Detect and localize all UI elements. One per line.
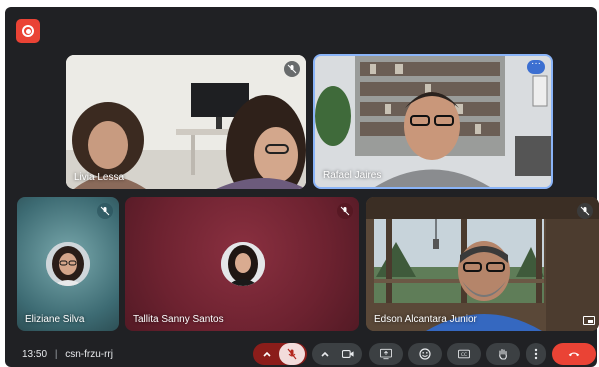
emoji-icon <box>419 348 431 360</box>
mic-off-icon <box>284 61 300 77</box>
captions-icon: CC <box>458 349 470 359</box>
captions-button[interactable]: CC <box>447 343 481 365</box>
participant-name: Rafael Jaires <box>323 170 382 181</box>
meeting-time: 13:50 <box>22 349 48 360</box>
raise-hand-button[interactable] <box>486 343 520 365</box>
avatar <box>46 242 90 286</box>
participant-tile-rafael[interactable]: Rafael Jaires ··· <box>313 54 553 189</box>
mic-options-chevron-icon[interactable] <box>255 348 279 360</box>
more-dots-icon[interactable]: ··· <box>527 59 545 74</box>
hang-up-icon <box>568 352 580 357</box>
mic-off-icon <box>577 203 593 219</box>
participant-name: Eliziane Silva <box>25 314 85 325</box>
more-options-button[interactable] <box>526 343 546 365</box>
participant-name: Livia Lessa <box>74 172 125 183</box>
leave-call-button[interactable] <box>552 343 596 365</box>
mic-off-icon <box>97 203 113 219</box>
participant-tile-edson[interactable]: Edson Alcantara Junior <box>366 197 599 331</box>
mic-toggle-button[interactable] <box>279 343 305 365</box>
more-vert-icon <box>534 348 538 360</box>
video-feed <box>315 56 551 187</box>
picture-in-picture-icon[interactable] <box>583 316 595 325</box>
participant-tile-tallita[interactable]: Tallita Sanny Santos <box>125 197 359 331</box>
camera-toggle-button[interactable] <box>336 348 360 360</box>
present-screen-icon <box>380 348 392 360</box>
meeting-info: 13:50 | csn-frzu-rrj <box>22 349 113 360</box>
emoji-button[interactable] <box>408 343 442 365</box>
avatar <box>221 242 265 286</box>
control-bar: 13:50 | csn-frzu-rrj CC <box>0 340 599 367</box>
camera-options-chevron-icon[interactable] <box>314 348 336 360</box>
video-feed <box>366 197 599 331</box>
participant-name: Tallita Sanny Santos <box>133 314 224 325</box>
record-icon <box>22 25 34 37</box>
mic-control <box>253 343 307 365</box>
participant-tile-livia[interactable]: Livia Lessa <box>66 55 306 189</box>
present-button[interactable] <box>369 343 403 365</box>
svg-text:CC: CC <box>461 352 467 358</box>
participant-tile-eliziane[interactable]: Eliziane Silva <box>17 197 119 331</box>
camera-icon <box>342 350 354 358</box>
record-button[interactable] <box>16 19 40 43</box>
meeting-code: csn-frzu-rrj <box>65 349 113 360</box>
participant-name: Edson Alcantara Junior <box>374 314 477 325</box>
mic-off-icon <box>287 348 297 360</box>
camera-control <box>312 343 362 365</box>
video-feed <box>66 55 306 189</box>
separator: | <box>54 349 58 360</box>
mic-off-icon <box>337 203 353 219</box>
raise-hand-icon <box>499 348 507 360</box>
